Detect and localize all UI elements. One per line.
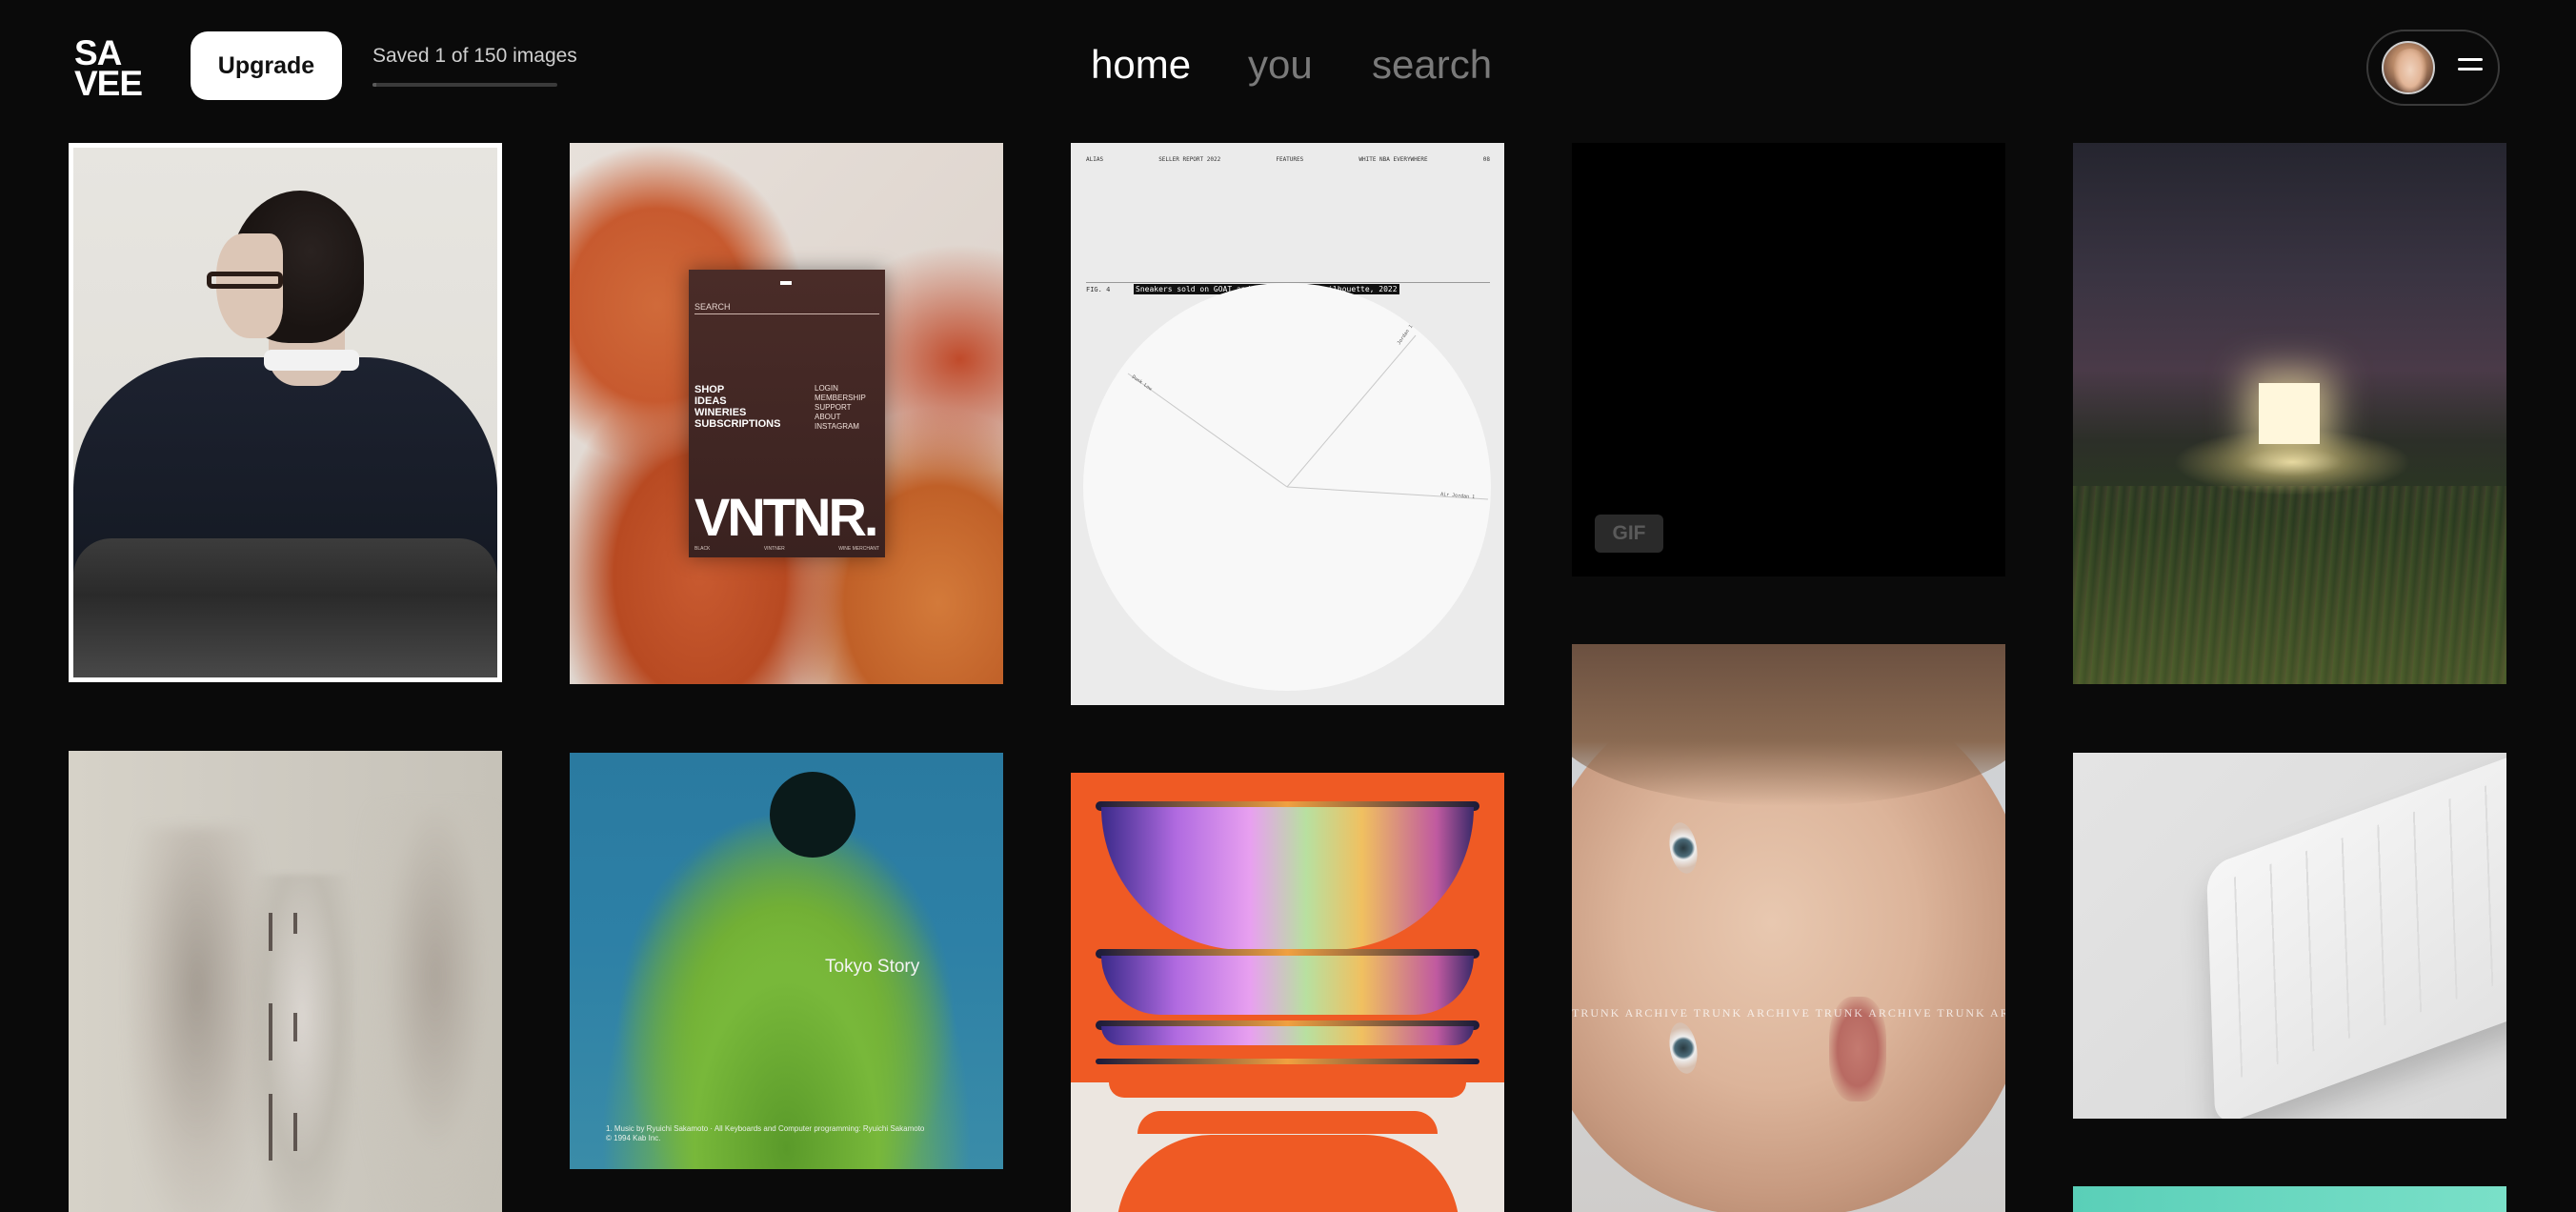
avatar	[2382, 41, 2435, 94]
upgrade-button[interactable]: Upgrade	[191, 31, 342, 100]
user-menu-button[interactable]	[2366, 30, 2500, 106]
device-product	[2206, 753, 2506, 1119]
glowing-cube	[2259, 383, 2320, 444]
vntnr-menu-right: LOGIN MEMBERSHIP SUPPORT ABOUT INSTAGRAM	[815, 384, 866, 431]
nav-home[interactable]: home	[1091, 42, 1191, 88]
nav-you[interactable]: you	[1248, 42, 1313, 88]
vntnr-menu-left: SHOP IDEAS WINERIES SUBSCRIPTIONS	[694, 384, 781, 430]
image-tile-white-device[interactable]	[2073, 753, 2506, 1119]
tokyo-story-credit: 1. Music by Ryuichi Sakamoto · All Keybo…	[606, 1124, 925, 1142]
vntnr-search-label: SEARCH	[694, 302, 731, 312]
image-tile-vntnr[interactable]: SEARCH SHOP IDEAS WINERIES SUBSCRIPTIONS…	[570, 143, 1003, 684]
saved-progress-bar	[372, 83, 557, 87]
savee-logo[interactable]: SA VEE	[74, 35, 149, 103]
trunk-archive-watermark: TRUNK ARCHIVE TRUNK ARCHIVE TRUNK ARCHIV…	[1572, 1006, 2005, 1020]
gif-badge: GIF	[1595, 515, 1663, 553]
vntnr-card: SEARCH SHOP IDEAS WINERIES SUBSCRIPTIONS…	[689, 270, 885, 557]
saved-progress-fill	[372, 83, 376, 87]
image-tile-tokyo-story[interactable]: Tokyo Story 1. Music by Ryuichi Sakamoto…	[570, 753, 1003, 1169]
nav-search[interactable]: search	[1372, 42, 1492, 88]
image-tile-orange-bowls[interactable]	[1071, 773, 1504, 1212]
portrait-image	[73, 148, 497, 677]
logo-line-2: VEE	[74, 64, 143, 103]
vntnr-brand: VNTNR.	[694, 487, 878, 547]
image-tile-face-portrait[interactable]: TRUNK ARCHIVE TRUNK ARCHIVE TRUNK ARCHIV…	[1572, 644, 2005, 1212]
image-tile-glowing-cube[interactable]	[2073, 143, 2506, 684]
top-bar: SA VEE Upgrade Saved 1 of 150 images hom…	[0, 0, 2576, 133]
saved-count-text: Saved 1 of 150 images	[372, 45, 577, 67]
image-tile-blurred-figures[interactable]	[69, 751, 502, 1212]
hamburger-icon	[2458, 58, 2483, 79]
image-tile-sneakers-report[interactable]: ALIAS SELLER REPORT 2022 FEATURES WHITE …	[1071, 143, 1504, 705]
tokyo-story-title: Tokyo Story	[825, 957, 920, 977]
image-tile-gif[interactable]: GIF	[1572, 143, 2005, 576]
vntnr-footer: BLACK VINTNER WINE MERCHANT	[694, 546, 879, 552]
pie-graphic: Dunk Low Jordan 1 Air Jordan 1	[1083, 283, 1491, 691]
image-tile-portrait-blazer[interactable]	[69, 143, 502, 682]
image-tile-teal[interactable]	[2073, 1186, 2506, 1212]
